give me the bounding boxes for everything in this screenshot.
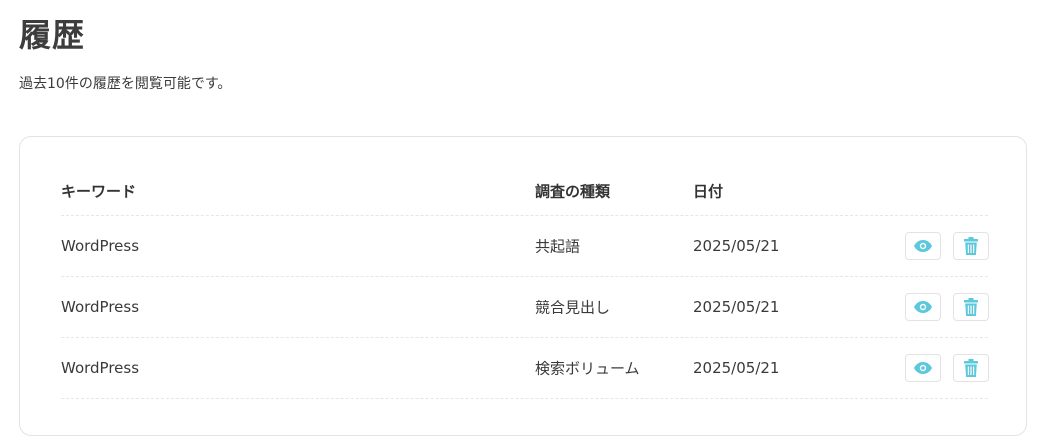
trash-icon	[964, 298, 978, 316]
row-actions	[905, 293, 989, 321]
row-date: 2025/05/21	[693, 237, 780, 255]
eye-icon	[914, 240, 932, 252]
eye-icon	[914, 301, 932, 313]
header-keyword: キーワード	[61, 182, 137, 200]
row-keyword: WordPress	[61, 359, 140, 377]
header-type: 調査の種類	[535, 182, 611, 200]
view-button[interactable]	[905, 293, 941, 321]
eye-icon	[914, 362, 932, 374]
row-actions	[905, 354, 989, 382]
history-card: キーワード 調査の種類 日付 WordPress 共起語 2025/05/21	[19, 136, 1027, 436]
delete-button[interactable]	[953, 354, 989, 382]
table-row: WordPress 共起語 2025/05/21	[61, 216, 989, 277]
history-table: キーワード 調査の種類 日付 WordPress 共起語 2025/05/21	[61, 166, 989, 399]
table-row: WordPress 検索ボリューム 2025/05/21	[61, 338, 989, 399]
view-button[interactable]	[905, 232, 941, 260]
table-row: WordPress 競合見出し 2025/05/21	[61, 277, 989, 338]
row-date: 2025/05/21	[693, 359, 780, 377]
row-type: 共起語	[535, 237, 581, 256]
table-header: キーワード 調査の種類 日付	[61, 166, 988, 216]
row-type: 検索ボリューム	[535, 359, 640, 378]
row-type: 競合見出し	[535, 298, 611, 317]
row-date: 2025/05/21	[693, 298, 780, 316]
page-title: 履歴	[19, 16, 86, 54]
delete-button[interactable]	[953, 232, 989, 260]
row-keyword: WordPress	[61, 237, 140, 255]
header-date: 日付	[693, 182, 724, 200]
row-actions	[905, 232, 989, 260]
trash-icon	[964, 359, 978, 377]
page-description: 過去10件の履歴を閲覧可能です。	[19, 76, 232, 92]
trash-icon	[964, 237, 978, 255]
row-keyword: WordPress	[61, 298, 140, 316]
view-button[interactable]	[905, 354, 941, 382]
delete-button[interactable]	[953, 293, 989, 321]
